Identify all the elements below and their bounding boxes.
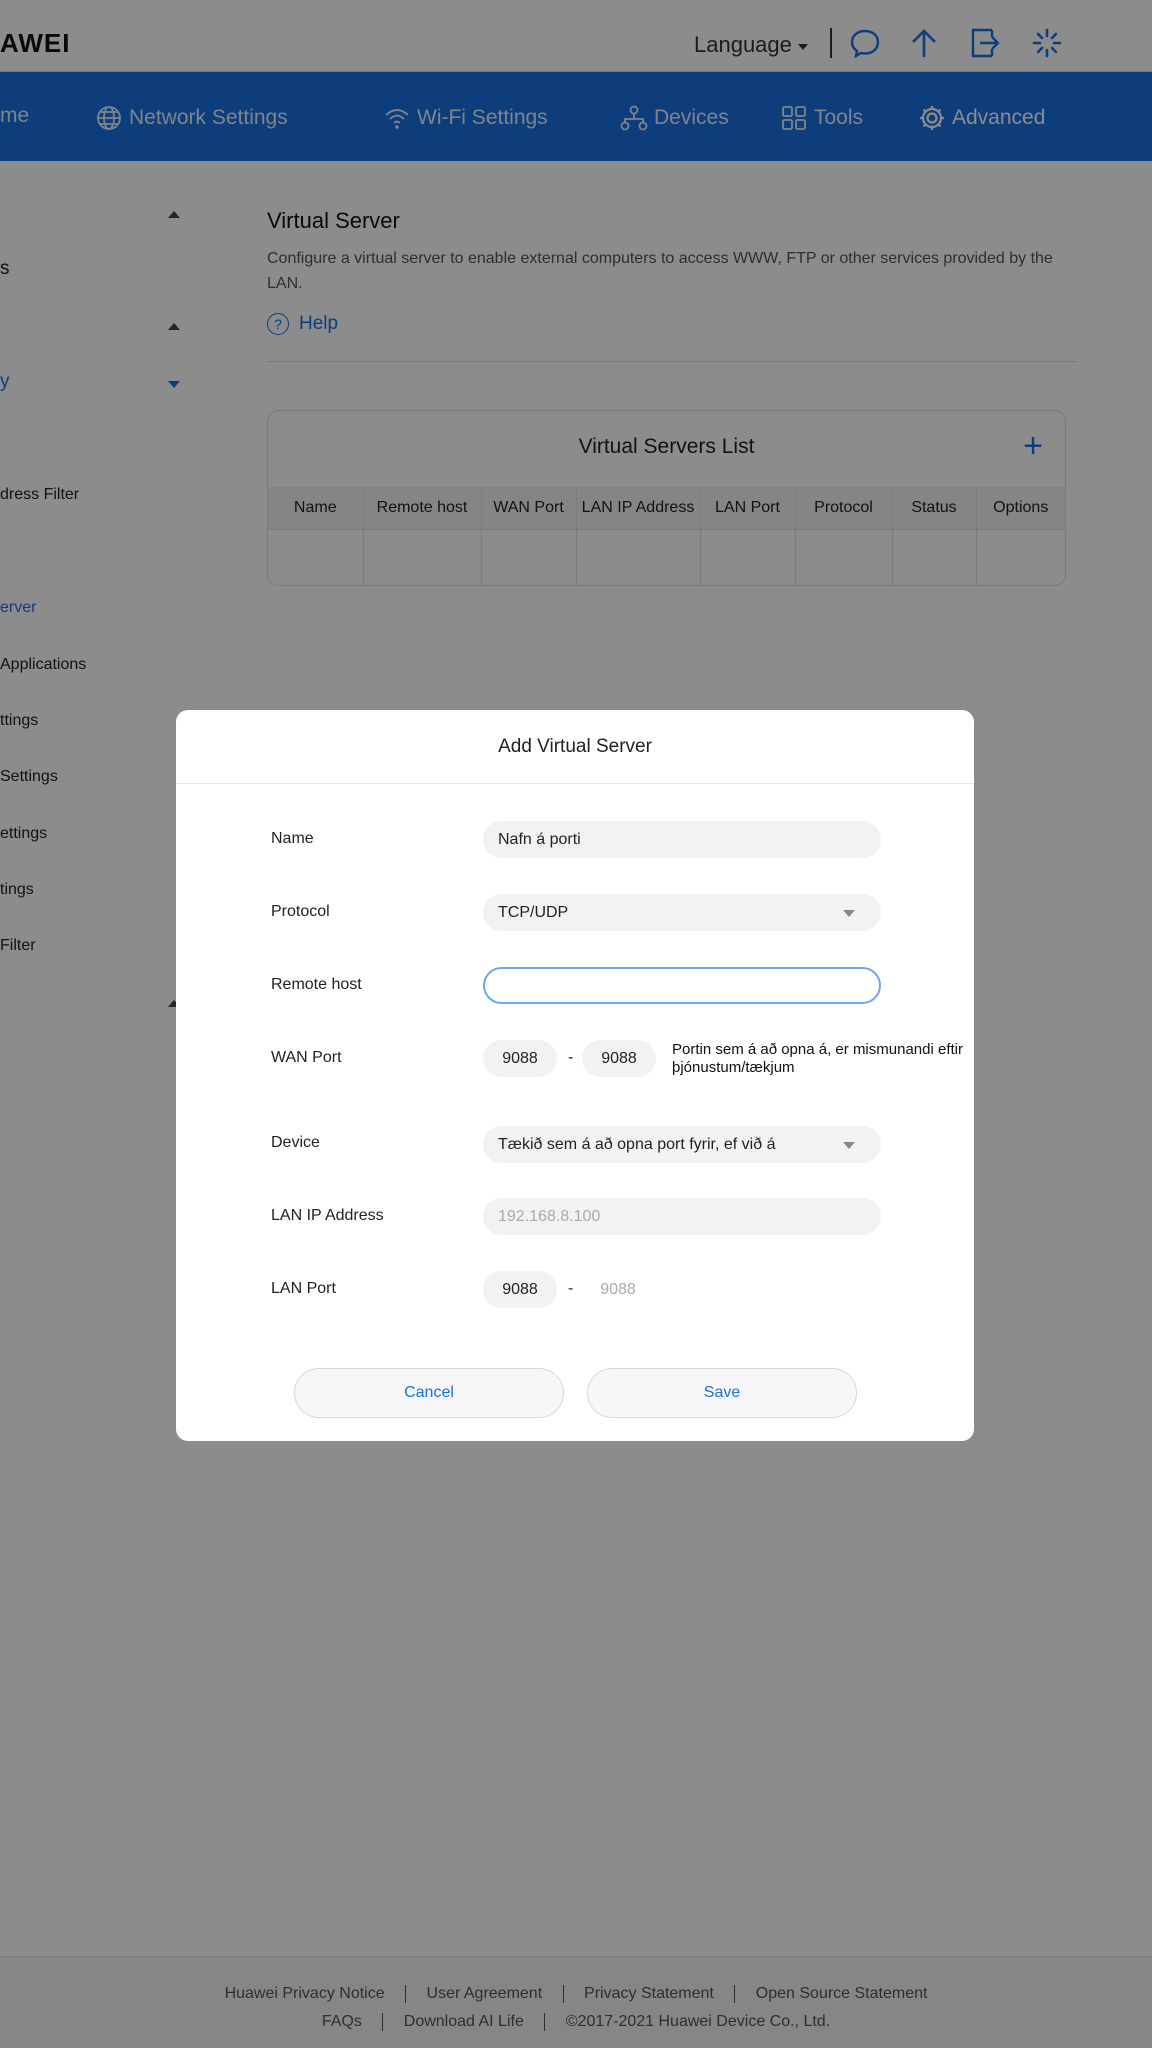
dropdown-arrow-icon <box>843 910 855 917</box>
protocol-select[interactable]: TCP/UDP <box>483 894 881 931</box>
protocol-label: Protocol <box>271 903 330 920</box>
wan-port-hint: Portin sem á að opna á, er mismunandi ef… <box>672 1041 963 1076</box>
lan-port-label: LAN Port <box>271 1280 336 1297</box>
dialog-title: Add Virtual Server <box>176 710 974 784</box>
protocol-value: TCP/UDP <box>498 904 569 921</box>
name-label: Name <box>271 830 314 847</box>
range-separator: - <box>568 1280 574 1297</box>
wan-port-end-input[interactable]: 9088 <box>582 1040 656 1077</box>
add-virtual-server-dialog: Add Virtual Server Name Nafn á porti Pro… <box>176 710 974 1441</box>
range-separator: - <box>568 1049 574 1066</box>
dropdown-arrow-icon <box>843 1142 855 1149</box>
device-select[interactable]: Tækið sem á að opna port fyrir, ef við á <box>483 1126 881 1163</box>
remote-host-input[interactable] <box>483 967 881 1004</box>
name-input[interactable]: Nafn á porti <box>483 821 881 858</box>
cancel-button[interactable]: Cancel <box>294 1368 564 1418</box>
lan-port-end-input[interactable]: 9088 <box>582 1271 654 1308</box>
wan-port-start-input[interactable]: 9088 <box>483 1040 557 1077</box>
wan-port-label: WAN Port <box>271 1049 342 1066</box>
device-value: Tækið sem á að opna port fyrir, ef við á <box>498 1136 776 1153</box>
device-label: Device <box>271 1134 320 1151</box>
lan-port-start-input[interactable]: 9088 <box>483 1271 557 1308</box>
lan-ip-input[interactable]: 192.168.8.100 <box>483 1198 881 1235</box>
remote-host-label: Remote host <box>271 976 362 993</box>
save-button[interactable]: Save <box>587 1368 857 1418</box>
lan-ip-label: LAN IP Address <box>271 1207 384 1224</box>
